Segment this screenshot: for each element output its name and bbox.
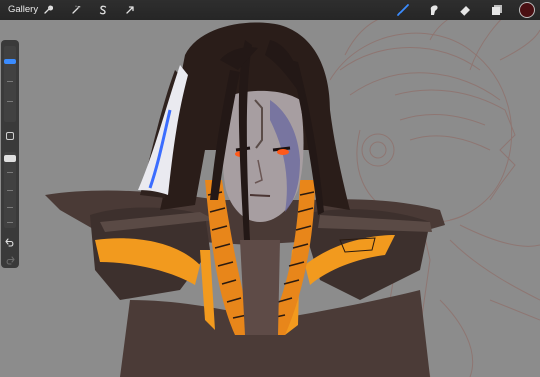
undo-icon[interactable]	[3, 236, 17, 248]
layers-icon[interactable]	[489, 2, 505, 18]
transform-arrow-icon[interactable]	[123, 3, 137, 17]
artwork	[45, 7, 540, 377]
brush-size-slider[interactable]	[4, 46, 16, 122]
left-sidebar	[1, 40, 19, 268]
brush-size-thumb[interactable]	[4, 59, 16, 64]
eraser-icon[interactable]	[457, 2, 473, 18]
modify-square-icon[interactable]	[6, 132, 14, 140]
magic-wand-icon[interactable]	[69, 3, 83, 17]
gallery-button[interactable]: Gallery	[8, 0, 38, 20]
opacity-slider[interactable]	[4, 152, 16, 228]
smudge-icon[interactable]	[426, 2, 442, 18]
wrench-icon[interactable]	[41, 3, 55, 17]
selection-s-icon[interactable]	[96, 3, 110, 17]
top-toolbar: Gallery	[0, 0, 540, 20]
opacity-thumb[interactable]	[4, 155, 16, 162]
drawing-canvas[interactable]	[0, 0, 540, 377]
color-picker-swatch[interactable]	[519, 2, 535, 18]
redo-icon[interactable]	[3, 254, 17, 266]
brush-icon[interactable]	[395, 2, 411, 18]
